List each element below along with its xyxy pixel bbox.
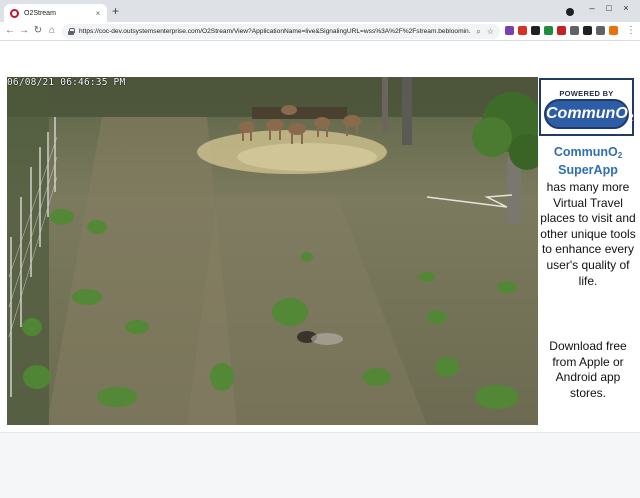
extension-icon[interactable]	[557, 26, 566, 35]
logo-text: CommunO2	[546, 105, 633, 124]
browser-menu-icon[interactable]: ⋮	[625, 24, 637, 38]
browser-tab[interactable]: O2Stream ×	[4, 4, 107, 22]
powered-by-label: POWERED BY	[559, 89, 614, 98]
logo-subscript: 2	[627, 113, 634, 124]
download-info: Download free from Apple or Android app …	[549, 339, 627, 400]
brand-name: CommunO	[553, 145, 618, 159]
lock-icon[interactable]	[68, 28, 75, 35]
search-icon[interactable]: ⌕	[476, 27, 480, 37]
maximize-button[interactable]: □	[603, 3, 615, 13]
page-footer-area	[0, 432, 640, 498]
back-button[interactable]: ←	[4, 24, 16, 38]
brand-heading: CommunO2 SuperApp	[538, 145, 638, 178]
communo2-logo[interactable]: POWERED BY CommunO2	[539, 78, 634, 136]
minimize-button[interactable]: –	[586, 3, 598, 13]
extension-icon[interactable]	[583, 26, 592, 35]
extension-icon[interactable]	[544, 26, 553, 35]
extension-icon[interactable]	[531, 26, 540, 35]
promo-description: has many more Virtual Travel places to v…	[540, 180, 636, 288]
browser-tabstrip: O2Stream × + – □ ×	[0, 0, 640, 22]
o2stream-favicon-icon	[10, 8, 19, 18]
video-frame-image	[7, 77, 538, 425]
new-tab-button[interactable]: +	[112, 5, 119, 17]
extension-icon[interactable]	[570, 26, 579, 35]
forward-button[interactable]: →	[18, 24, 30, 38]
url-text[interactable]: https://coc-dev.outsystemsenterprise.com…	[79, 28, 470, 35]
close-window-button[interactable]: ×	[620, 3, 632, 13]
reload-button[interactable]: ↻	[32, 24, 44, 38]
brand-subscript: 2	[617, 151, 623, 160]
extension-icon[interactable]	[505, 26, 514, 35]
bookmark-star-icon[interactable]: ☆	[487, 27, 494, 36]
profile-indicator-icon[interactable]	[566, 8, 574, 16]
communo2-logo-badge: CommunO2	[544, 99, 633, 129]
video-timestamp: 06/08/21 06:46:35 PM	[7, 77, 126, 88]
extension-icon[interactable]	[596, 26, 605, 35]
tab-title: O2Stream	[24, 9, 56, 17]
brand-superapp: SuperApp	[558, 163, 618, 177]
extension-icon[interactable]	[518, 26, 527, 35]
extension-icon[interactable]	[609, 26, 618, 35]
home-button[interactable]: ⌂	[46, 24, 58, 38]
logo-main-text: CommunO	[546, 105, 628, 122]
address-bar[interactable]: https://coc-dev.outsystemsenterprise.com…	[62, 24, 500, 39]
tab-close-icon[interactable]: ×	[93, 9, 103, 18]
live-video-stream[interactable]: 06/08/21 06:46:35 PM	[7, 77, 538, 425]
promo-panel: POWERED BY CommunO2 CommunO2 SuperApp ha…	[538, 77, 640, 425]
